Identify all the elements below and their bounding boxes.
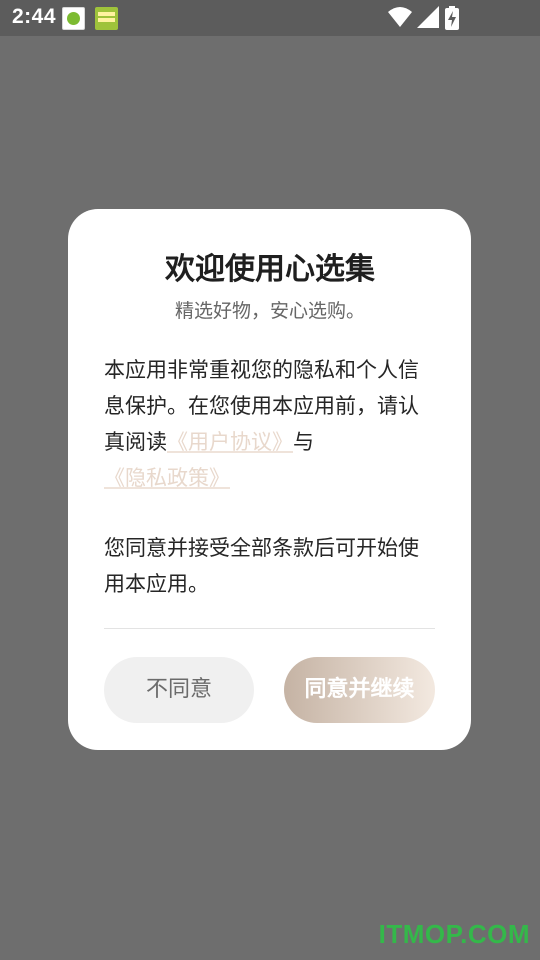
status-time: 2:44 [12, 5, 57, 28]
divider [104, 628, 435, 629]
disagree-button[interactable]: 不同意 [104, 657, 254, 723]
privacy-policy-link[interactable]: 《隐私政策》 [104, 466, 230, 490]
status-bar: 2:44 [0, 0, 540, 36]
dialog-subtitle: 精选好物，安心选购。 [174, 300, 365, 322]
user-agreement-link[interactable]: 《用户协议》 [167, 430, 293, 454]
conjunction-text: 与 [293, 430, 314, 454]
agree-continue-button[interactable]: 同意并继续 [284, 657, 435, 723]
dialog-title: 欢迎使用心选集 [165, 252, 375, 287]
app-notification-icon [95, 7, 118, 30]
cellular-signal-icon [417, 6, 439, 28]
app-notification-icon [62, 7, 85, 30]
battery-charging-icon [445, 6, 459, 30]
watermark: ITMOP.COM [378, 919, 530, 949]
dialog-body: 本应用非常重视您的隐私和个人信息保护。在您使用本应用前，请认真阅读《用户协议》与… [104, 352, 436, 496]
wifi-icon [388, 7, 412, 27]
dialog-consent-text: 您同意并接受全部条款后可开始使用本应用。 [104, 536, 419, 596]
